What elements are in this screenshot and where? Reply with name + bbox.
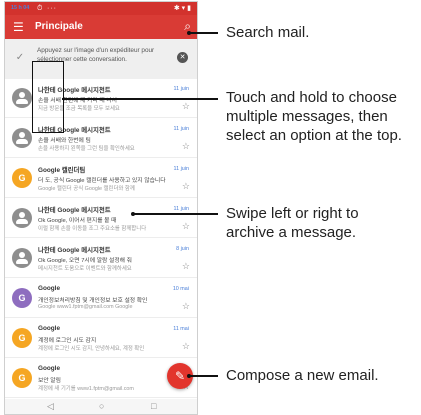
star-icon[interactable]: ☆ — [182, 181, 190, 191]
swipe-callout-line1: Swipe left or right to — [226, 205, 359, 222]
status-bar: 15 h 04 ⏱ ··· ✱ ▾ ▮ — [5, 2, 197, 15]
menu-icon[interactable]: ☰ — [13, 19, 24, 35]
inbox-title: Principale — [35, 21, 83, 32]
close-icon[interactable]: ✕ — [177, 52, 188, 63]
letter-avatar[interactable]: G — [12, 288, 32, 308]
notification-dots-icon: ··· — [47, 5, 57, 12]
touch-hold-callout-line3: select an option at the top. — [226, 127, 402, 144]
touch-hold-callout-line2: multiple messages, then — [226, 108, 388, 125]
message-subject: Ok Google, 오면 7시에 알람 설정해 줘 — [38, 258, 132, 264]
message-snippet: 계정에 새 기기를 www1.fptm@gmail.com — [38, 386, 134, 392]
message-snippet: 계정에 로그인 시도 감지, 안녕하세요, 계정 확인 — [38, 346, 145, 352]
star-icon[interactable]: ☆ — [182, 341, 190, 351]
message-time: 11 mai — [173, 326, 189, 332]
touch-hold-callout-line — [62, 98, 218, 100]
star-icon[interactable]: ☆ — [182, 141, 190, 151]
person-avatar-icon[interactable] — [12, 208, 32, 228]
manual-illustration: 15 h 04 ⏱ ··· ✱ ▾ ▮ ☰ Principale ⌕ ✓ App… — [0, 0, 421, 415]
letter-avatar[interactable]: G — [12, 168, 32, 188]
message-time: 8 juin — [176, 246, 189, 252]
message-row[interactable]: 나한테 Google 메시지천트 Ok Google, 이어서 편지를 볼 때이럴… — [5, 199, 197, 238]
message-sender: 나한테 Google 메시지천트 — [38, 207, 111, 214]
pencil-icon: ✎ — [174, 369, 186, 383]
star-icon[interactable]: ☆ — [182, 221, 190, 231]
message-time: 11 juin — [173, 166, 189, 172]
message-subject: Ok Google, 이어서 편지를 볼 때 — [38, 218, 117, 224]
search-callout-line — [189, 32, 218, 34]
star-icon[interactable]: ☆ — [182, 261, 190, 271]
person-avatar-icon[interactable] — [12, 128, 32, 148]
search-callout-text: Search mail. — [226, 24, 310, 41]
navigation-bar: ◁ ○ □ — [5, 399, 197, 414]
message-snippet: Google www1.fptm@gmail.com Google — [38, 304, 133, 310]
message-time: 11 juin — [173, 86, 189, 92]
compose-callout-line — [189, 375, 218, 377]
message-sender: Google — [38, 365, 61, 372]
star-icon[interactable]: ☆ — [182, 301, 190, 311]
avatar-head-shape — [19, 132, 25, 138]
message-snippet: 손을 사용하지 왼쪽을 그런 팀을 확인하세요 — [38, 146, 135, 152]
message-snippet: Google 캘린더 공식 Google 캘린더와 함께 — [38, 186, 135, 192]
message-sender: Google 캘린더팀 — [38, 167, 86, 174]
swipe-callout-line — [133, 213, 218, 215]
avatar-body-shape — [16, 139, 28, 144]
avatar-head-shape — [19, 252, 25, 258]
touch-hold-callout-line1: Touch and hold to choose — [226, 89, 397, 106]
app-bar: ☰ Principale ⌕ — [5, 15, 197, 39]
message-subject: 손을 서배와 한번에 팀 — [38, 138, 91, 144]
message-sender: Google — [38, 285, 61, 292]
letter-avatar[interactable]: G — [12, 368, 32, 388]
message-time: 10 mai — [172, 286, 189, 292]
message-subject: 개인정보처리방침 및 개인정보 보호 설정 확인 — [38, 298, 148, 304]
person-avatar-icon[interactable] — [12, 248, 32, 268]
message-subject: 보안 알림 — [38, 378, 61, 384]
message-time: 11 juin — [173, 126, 189, 132]
message-row[interactable]: G Google 개인정보처리방침 및 개인정보 보호 설정 확인 Google ww… — [5, 279, 197, 318]
back-icon[interactable]: ◁ — [47, 399, 54, 414]
letter-avatar[interactable]: G — [12, 328, 32, 348]
message-sender: 나한테 Google 메시지천트 — [38, 247, 111, 254]
alarm-icon: ⏱ — [37, 5, 43, 12]
message-subject: 더 도, 공식 Google 캘린더를 사용하고 있지 않습니다 — [38, 178, 166, 184]
star-icon[interactable]: ☆ — [182, 101, 190, 111]
avatar-head-shape — [19, 92, 25, 98]
home-icon[interactable]: ○ — [99, 399, 104, 414]
avatar-body-shape — [16, 259, 28, 264]
message-row[interactable]: 나한테 Google 메시지천트 Ok Google, 오면 7시에 알람 설정해… — [5, 239, 197, 278]
avatar-body-shape — [16, 219, 28, 224]
check-icon: ✓ — [15, 52, 25, 63]
person-avatar-icon[interactable] — [12, 88, 32, 108]
message-row[interactable]: G Google 캘린더팀더 도, 공식 Google 캘린더를 사용하고 있지 … — [5, 159, 197, 198]
message-time: 11 juin — [173, 206, 189, 212]
message-row[interactable]: G Google 계정에 로그인 시도 감지계정에 로그인 시도 감지, 안녕하세요… — [5, 319, 197, 358]
swipe-callout-line2: archive a message. — [226, 224, 357, 241]
message-subject: 계정에 로그인 시도 감지 — [38, 338, 97, 344]
message-snippet: 메시지천트 도움으로 이벤트와 함께하세요 — [38, 266, 132, 272]
compose-callout-text: Compose a new email. — [226, 367, 379, 384]
avatar-body-shape — [16, 99, 28, 104]
avatar-head-shape — [19, 212, 25, 218]
avatar-selection-frame — [32, 61, 64, 133]
message-snippet: 이럴 함께 손을 이동을 조그 주요소를 함께합니다 — [38, 226, 147, 232]
system-status-icons: ✱ ▾ ▮ — [173, 5, 191, 12]
recent-apps-icon[interactable]: □ — [151, 399, 156, 414]
message-sender: Google — [38, 325, 61, 332]
